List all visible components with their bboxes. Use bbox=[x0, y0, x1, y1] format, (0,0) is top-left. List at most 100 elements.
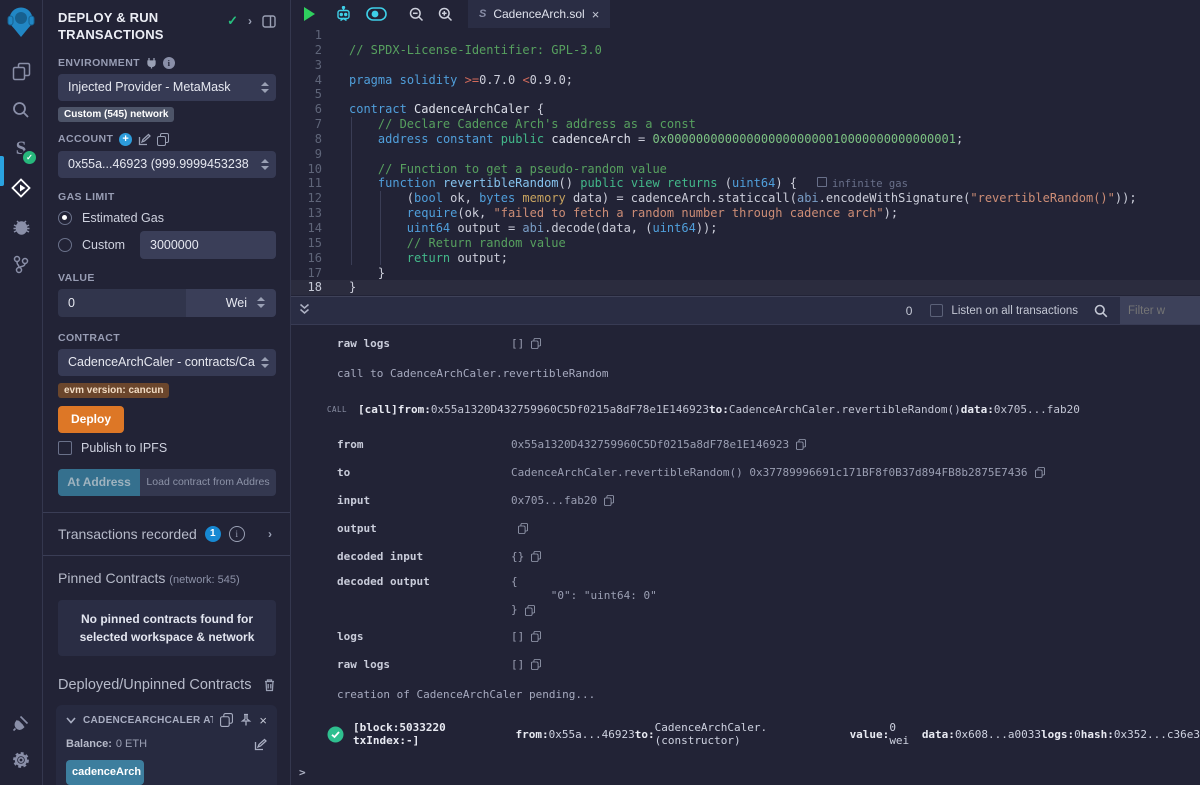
copy-icon[interactable] bbox=[604, 495, 614, 506]
copy-address-icon[interactable] bbox=[220, 713, 233, 727]
row-label: from bbox=[337, 438, 511, 451]
publish-to-ipfs-checkbox[interactable]: Publish to IPFS bbox=[58, 441, 276, 455]
code-line[interactable]: 18} bbox=[291, 280, 1200, 295]
collapse-panel-icon[interactable]: › bbox=[248, 14, 252, 28]
terminal-prompt[interactable]: > bbox=[299, 766, 306, 779]
copy-icon[interactable] bbox=[531, 659, 541, 670]
line-number: 9 bbox=[291, 147, 337, 162]
deploy-run-icon[interactable] bbox=[0, 169, 42, 207]
transactions-expand-icon[interactable]: › bbox=[268, 527, 272, 541]
copy-icon[interactable] bbox=[518, 523, 528, 534]
custom-gas-radio[interactable]: Custom bbox=[58, 238, 130, 252]
contract-select[interactable]: CadenceArchCaler - contracts/Cac bbox=[58, 349, 276, 376]
edit-balance-icon[interactable] bbox=[254, 738, 267, 751]
search-icon[interactable] bbox=[0, 91, 42, 129]
cadence-arch-function-button[interactable]: cadenceArch bbox=[66, 760, 144, 785]
code-line[interactable]: 3 bbox=[291, 58, 1200, 73]
transactions-info-icon[interactable]: i bbox=[229, 526, 245, 542]
code-line[interactable]: 14 uint64 output = abi.decode(data, (uin… bbox=[291, 221, 1200, 236]
copy-icon[interactable] bbox=[531, 551, 541, 562]
code-line[interactable]: 13 require(ok, "failed to fetch a random… bbox=[291, 206, 1200, 221]
environment-select[interactable]: Injected Provider - MetaMask bbox=[58, 74, 276, 101]
code-area[interactable]: 12// SPDX-License-Identifier: GPL-3.034p… bbox=[291, 28, 1200, 296]
code-line[interactable]: 5 bbox=[291, 87, 1200, 102]
gas-book-icon bbox=[817, 177, 827, 187]
add-account-icon[interactable]: + bbox=[119, 133, 132, 146]
clear-deployed-icon[interactable] bbox=[263, 678, 276, 692]
account-select[interactable]: 0x55a...46923 (999.9999453238 bbox=[58, 151, 276, 178]
at-address-button[interactable]: At Address bbox=[58, 469, 140, 496]
copy-icon[interactable] bbox=[796, 439, 806, 450]
listen-all-checkbox[interactable] bbox=[930, 304, 943, 317]
code-line[interactable]: 16 return output; bbox=[291, 251, 1200, 266]
terminal-row: decoded input{} bbox=[291, 542, 1200, 570]
terminal-search-icon[interactable] bbox=[1094, 304, 1108, 318]
copilot-toggle-icon[interactable] bbox=[359, 0, 394, 28]
at-address-input[interactable]: Load contract from Addres bbox=[140, 469, 276, 496]
debugger-icon[interactable] bbox=[0, 207, 42, 245]
copy-account-icon[interactable] bbox=[157, 133, 169, 146]
code-text: } bbox=[337, 266, 385, 281]
copy-icon[interactable] bbox=[525, 605, 535, 616]
terminal-header: 0 Listen on all transactions bbox=[291, 297, 1200, 325]
plugin-manager-icon[interactable] bbox=[0, 703, 42, 741]
value-unit-select[interactable]: Wei bbox=[186, 289, 276, 317]
code-text: require(ok, "failed to fetch a random nu… bbox=[337, 206, 898, 221]
expand-terminal-icon[interactable] bbox=[291, 302, 318, 320]
line-number: 4 bbox=[291, 73, 337, 88]
chevron-down-icon[interactable] bbox=[66, 717, 76, 724]
git-icon[interactable] bbox=[0, 245, 42, 283]
transactions-count-badge: 1 bbox=[205, 526, 221, 542]
copy-icon[interactable] bbox=[531, 338, 541, 349]
code-line[interactable]: 1 bbox=[291, 28, 1200, 43]
close-tab-icon[interactable]: × bbox=[592, 7, 600, 22]
solidity-compiler-icon[interactable]: S ✓ bbox=[0, 130, 42, 168]
compile-success-badge: ✓ bbox=[21, 149, 38, 166]
code-text: // Function to get a pseudo-random value bbox=[337, 162, 667, 177]
code-line[interactable]: 4pragma solidity >=0.7.0 <0.9.0; bbox=[291, 73, 1200, 88]
zoom-out-icon[interactable] bbox=[402, 0, 431, 28]
code-line[interactable]: 7 // Declare Cadence Arch's address as a… bbox=[291, 117, 1200, 132]
code-line[interactable]: 17 } bbox=[291, 266, 1200, 281]
code-line[interactable]: 11 function revertibleRandom() public vi… bbox=[291, 176, 1200, 191]
zoom-in-icon[interactable] bbox=[431, 0, 460, 28]
remove-contract-icon[interactable]: × bbox=[259, 713, 267, 728]
value-input[interactable]: 0 bbox=[58, 289, 186, 317]
code-line[interactable]: 12 (bool ok, bytes memory data) = cadenc… bbox=[291, 191, 1200, 206]
estimated-gas-radio[interactable]: Estimated Gas bbox=[58, 211, 276, 225]
code-line[interactable]: 15 // Return random value bbox=[291, 236, 1200, 251]
ai-assistant-icon[interactable] bbox=[328, 0, 359, 28]
call-log-row[interactable]: CALL[call] from: 0x55a1320D432759960C5Df… bbox=[291, 389, 1200, 430]
transactions-recorded-row[interactable]: Transactions recorded 1 i › bbox=[58, 513, 276, 555]
value-label: VALUE bbox=[58, 272, 276, 284]
code-line[interactable]: 10 // Function to get a pseudo-random va… bbox=[291, 162, 1200, 177]
settings-gear-icon[interactable] bbox=[0, 741, 42, 779]
run-script-icon[interactable] bbox=[291, 0, 322, 28]
terminal-row: creation of CadenceArchCaler pending... bbox=[291, 678, 1200, 710]
success-check-icon bbox=[327, 726, 344, 743]
code-line[interactable]: 8 address constant public cadenceArch = … bbox=[291, 132, 1200, 147]
environment-plug-icon bbox=[146, 57, 157, 69]
terminal-row: decoded output{ "0": "uint64: 0"} bbox=[291, 570, 1200, 622]
environment-info-icon[interactable]: i bbox=[163, 57, 175, 69]
copy-icon[interactable] bbox=[531, 631, 541, 642]
pin-panel-icon[interactable] bbox=[262, 15, 276, 28]
code-line[interactable]: 2// SPDX-License-Identifier: GPL-3.0 bbox=[291, 43, 1200, 58]
select-stepper-icon bbox=[261, 159, 269, 170]
file-explorer-icon[interactable] bbox=[0, 52, 42, 90]
copy-icon[interactable] bbox=[1035, 467, 1045, 478]
code-line[interactable]: 6contract CadenceArchCaler { bbox=[291, 102, 1200, 117]
pin-contract-icon[interactable] bbox=[240, 713, 252, 727]
deployed-contract-name[interactable]: CADENCEARCHCALER AT 0) bbox=[83, 715, 213, 726]
row-label: decoded input bbox=[337, 550, 511, 563]
line-number: 3 bbox=[291, 58, 337, 73]
sign-message-icon[interactable] bbox=[138, 133, 151, 146]
terminal-filter-input[interactable] bbox=[1120, 297, 1200, 324]
block-log-row[interactable]: [block:5033220 txIndex:-] from: 0x55a...… bbox=[291, 710, 1200, 758]
deploy-button[interactable]: Deploy bbox=[58, 406, 124, 433]
code-text: } bbox=[337, 280, 356, 295]
remix-logo-icon[interactable] bbox=[0, 2, 42, 46]
code-line[interactable]: 9 bbox=[291, 147, 1200, 162]
custom-gas-input[interactable]: 3000000 bbox=[140, 231, 276, 259]
tab-cadencearch-sol[interactable]: S CadenceArch.sol × bbox=[468, 0, 610, 28]
